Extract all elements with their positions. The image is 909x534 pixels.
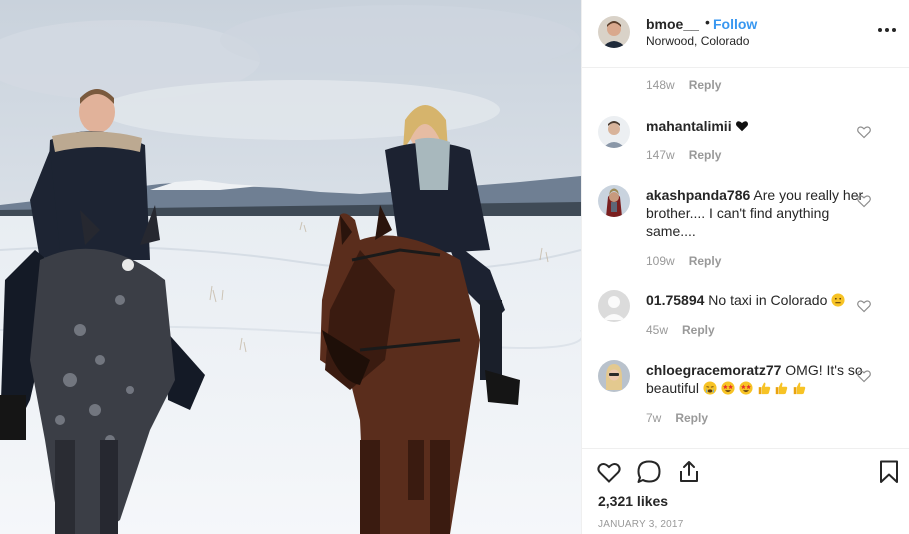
commenter-avatar[interactable] <box>598 185 630 217</box>
comment-age: 45w <box>646 323 669 337</box>
post-photo[interactable] <box>0 0 581 534</box>
author-avatar[interactable] <box>598 16 630 48</box>
thumbs-up-emoji-icon <box>794 382 806 395</box>
comment-age: 147w <box>646 148 675 162</box>
reply-button[interactable]: Reply <box>675 411 708 425</box>
commenter-avatar[interactable] <box>598 360 630 392</box>
commenter-avatar[interactable] <box>598 290 630 322</box>
reply-button[interactable]: Reply <box>689 148 722 162</box>
bookmark-icon[interactable] <box>876 459 902 485</box>
neutral-face-emoji-icon <box>831 293 845 307</box>
commenter-username[interactable]: chloegracemoratz77 <box>646 362 781 378</box>
commenter-username[interactable]: mahantalimii <box>646 118 732 134</box>
reply-button[interactable]: Reply <box>689 254 722 268</box>
commenter-avatar[interactable] <box>598 116 630 148</box>
post-header: bmoe__ • Follow Norwood, Colorado <box>582 0 909 68</box>
comment-item: mahantalimii 147w Reply <box>598 116 898 166</box>
comment-emoji-row <box>703 380 806 396</box>
comment-meta: 109w Reply <box>646 254 721 268</box>
comment-meta: 7w Reply <box>646 411 708 425</box>
post-date[interactable]: JANUARY 3, 2017 <box>598 519 683 530</box>
comment-like-heart-icon[interactable] <box>856 368 872 384</box>
comment-item: chloegracemoratz77 OMG! It's so beautifu… <box>598 360 898 430</box>
comment-item: 01.75894 No taxi in Colorado 45w Reply <box>598 290 898 340</box>
commenter-username[interactable]: akashpanda786 <box>646 187 750 203</box>
comment-age: 7w <box>646 411 662 425</box>
comment-text: mahantalimii <box>646 117 878 135</box>
commenter-username[interactable]: 01.75894 <box>646 292 704 308</box>
comment-like-heart-icon[interactable] <box>856 298 872 314</box>
comments-list[interactable]: 148w Reply mahantalimii 147w Reply akash… <box>582 69 909 448</box>
comment-icon[interactable] <box>636 459 662 485</box>
reply-button[interactable]: Reply <box>689 78 722 92</box>
photo-image <box>0 0 581 534</box>
likes-count[interactable]: 2,321 likes <box>598 493 668 509</box>
comment-item: akashpanda786 Are you really her brother… <box>598 185 898 271</box>
comment-text: akashpanda786 Are you really her brother… <box>646 186 878 240</box>
post-actions: 2,321 likes JANUARY 3, 2017 <box>582 448 909 534</box>
comment-meta: 148w Reply <box>646 78 721 92</box>
black-heart-emoji-icon <box>736 121 749 132</box>
follow-button[interactable]: Follow <box>713 16 757 32</box>
comment-body: No taxi in Colorado <box>708 292 828 308</box>
post-sidebar: bmoe__ • Follow Norwood, Colorado 148w Re… <box>581 0 909 534</box>
comment-text: 01.75894 No taxi in Colorado <box>646 291 878 309</box>
separator-dot: • <box>705 14 710 30</box>
star-struck-emoji-icon <box>721 381 735 395</box>
thumbs-up-emoji-icon <box>776 382 788 395</box>
more-options-icon[interactable] <box>878 22 900 38</box>
author-username[interactable]: bmoe__ <box>646 16 699 32</box>
reply-button[interactable]: Reply <box>682 323 715 337</box>
thumbs-up-emoji-icon <box>758 382 770 395</box>
comment-meta: 45w Reply <box>646 323 715 337</box>
share-icon[interactable] <box>676 459 702 485</box>
star-struck-emoji-icon <box>739 381 753 395</box>
post-viewer: bmoe__ • Follow Norwood, Colorado 148w Re… <box>0 0 909 534</box>
comment-like-heart-icon[interactable] <box>856 193 872 209</box>
comment-age: 148w <box>646 78 675 92</box>
comment-meta: 147w Reply <box>646 148 721 162</box>
post-location[interactable]: Norwood, Colorado <box>646 34 749 48</box>
crying-face-emoji-icon <box>703 381 717 395</box>
comment-like-heart-icon[interactable] <box>856 124 872 140</box>
comment-age: 109w <box>646 254 675 268</box>
comment-text: chloegracemoratz77 OMG! It's so beautifu… <box>646 361 878 397</box>
heart-icon[interactable] <box>596 459 622 485</box>
